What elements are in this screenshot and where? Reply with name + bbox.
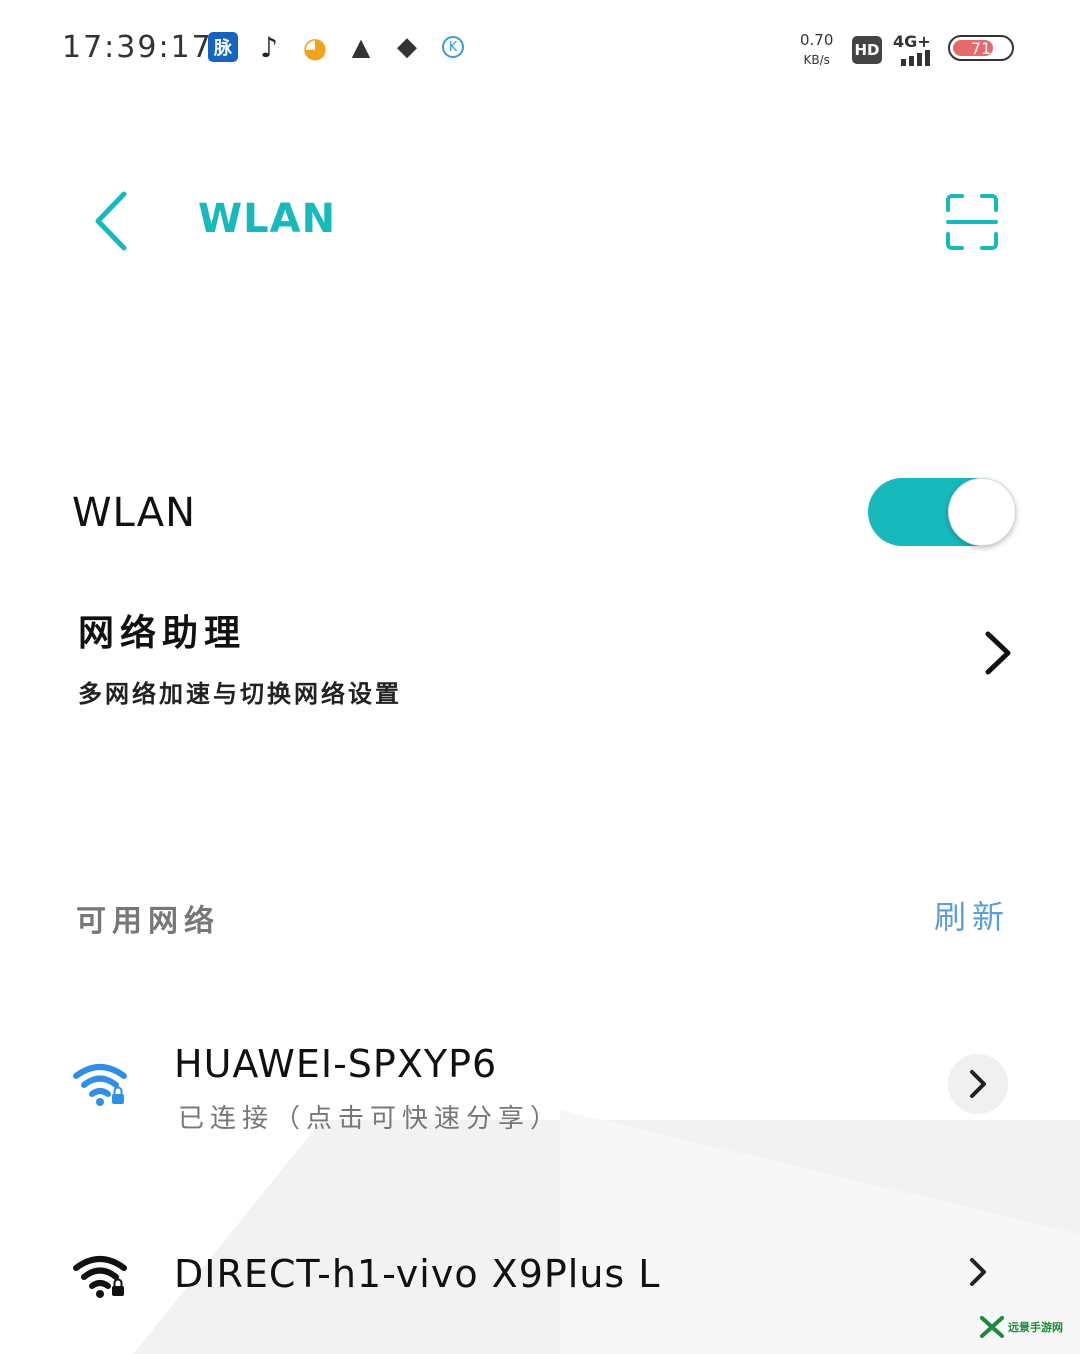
k-app-icon: K xyxy=(438,32,468,62)
speed-value: 0.70 xyxy=(800,31,834,49)
k-app-glyph: K xyxy=(442,36,464,58)
network-speed: 0.70 KB/s xyxy=(800,30,833,70)
watermark-logo-icon xyxy=(980,1316,1004,1338)
network-assistant-subtitle: 多网络加速与切换网络设置 xyxy=(78,679,402,708)
hd-badge: HD xyxy=(852,36,882,64)
network-assistant-title: 网络助理 xyxy=(78,612,247,654)
network-type: 4G+ xyxy=(893,32,931,51)
chevron-right-icon xyxy=(985,631,1011,675)
video-app-icon: ◕ xyxy=(302,30,328,64)
chevron-right-icon xyxy=(970,1070,986,1098)
network-ssid: DIRECT-h1-vivo X9Plus L xyxy=(174,1252,661,1296)
battery-icon: 71 xyxy=(948,35,1014,61)
scan-icon xyxy=(946,194,998,250)
toggle-knob xyxy=(948,478,1016,546)
wlan-toggle-label: WLAN xyxy=(72,490,197,536)
watermark-text: 远景手游网 xyxy=(1008,1321,1063,1334)
back-button[interactable] xyxy=(86,186,136,256)
network-assistant-row[interactable]: 网络助理 多网络加速与切换网络设置 xyxy=(0,590,1080,730)
chevron-right-icon xyxy=(970,1258,986,1286)
notification-icons: 脉 ♪ ◕ ▲ ◆ K xyxy=(208,30,468,64)
network-status: 已连接（点击可快速分享） xyxy=(178,1104,563,1134)
available-networks-heading: 可用网络 xyxy=(76,904,220,939)
status-bar: 17:39:17 脉 ♪ ◕ ▲ ◆ K 0.70 KB/s HD 4G+ 71 xyxy=(0,0,1080,100)
watermark: 远景手游网 xyxy=(980,1316,1063,1338)
cellular-signal-icon: 4G+ xyxy=(893,32,939,66)
tiktok-icon: ♪ xyxy=(260,30,278,64)
battery-level: 71 xyxy=(970,38,992,58)
speed-unit: KB/s xyxy=(803,53,830,67)
wifi-locked-icon xyxy=(73,1064,127,1106)
wlan-settings-screen: 17:39:17 脉 ♪ ◕ ▲ ◆ K 0.70 KB/s HD 4G+ 71 xyxy=(0,0,1080,1354)
wlan-toggle-switch[interactable] xyxy=(868,478,1016,546)
network-ssid: HUAWEI-SPXYP6 xyxy=(174,1042,498,1086)
network-details-button[interactable] xyxy=(948,1242,1008,1302)
warning-icon: ▲ xyxy=(351,33,371,61)
chevron-left-icon xyxy=(95,191,127,251)
status-time: 17:39:17 xyxy=(62,30,213,65)
network-list-item[interactable]: DIRECT-h1-vivo X9Plus L xyxy=(0,1238,1080,1318)
network-details-button[interactable] xyxy=(948,1054,1008,1114)
network-list-item[interactable]: HUAWEI-SPXYP6 已连接（点击可快速分享） xyxy=(0,1036,1080,1146)
page-title: WLAN xyxy=(198,196,337,242)
scan-qr-button[interactable] xyxy=(942,192,1002,252)
mai-app-icon: 脉 xyxy=(208,32,238,62)
wifi-locked-icon xyxy=(73,1256,127,1298)
qq-icon: ◆ xyxy=(397,32,417,62)
refresh-button[interactable]: 刷新 xyxy=(934,892,1010,938)
